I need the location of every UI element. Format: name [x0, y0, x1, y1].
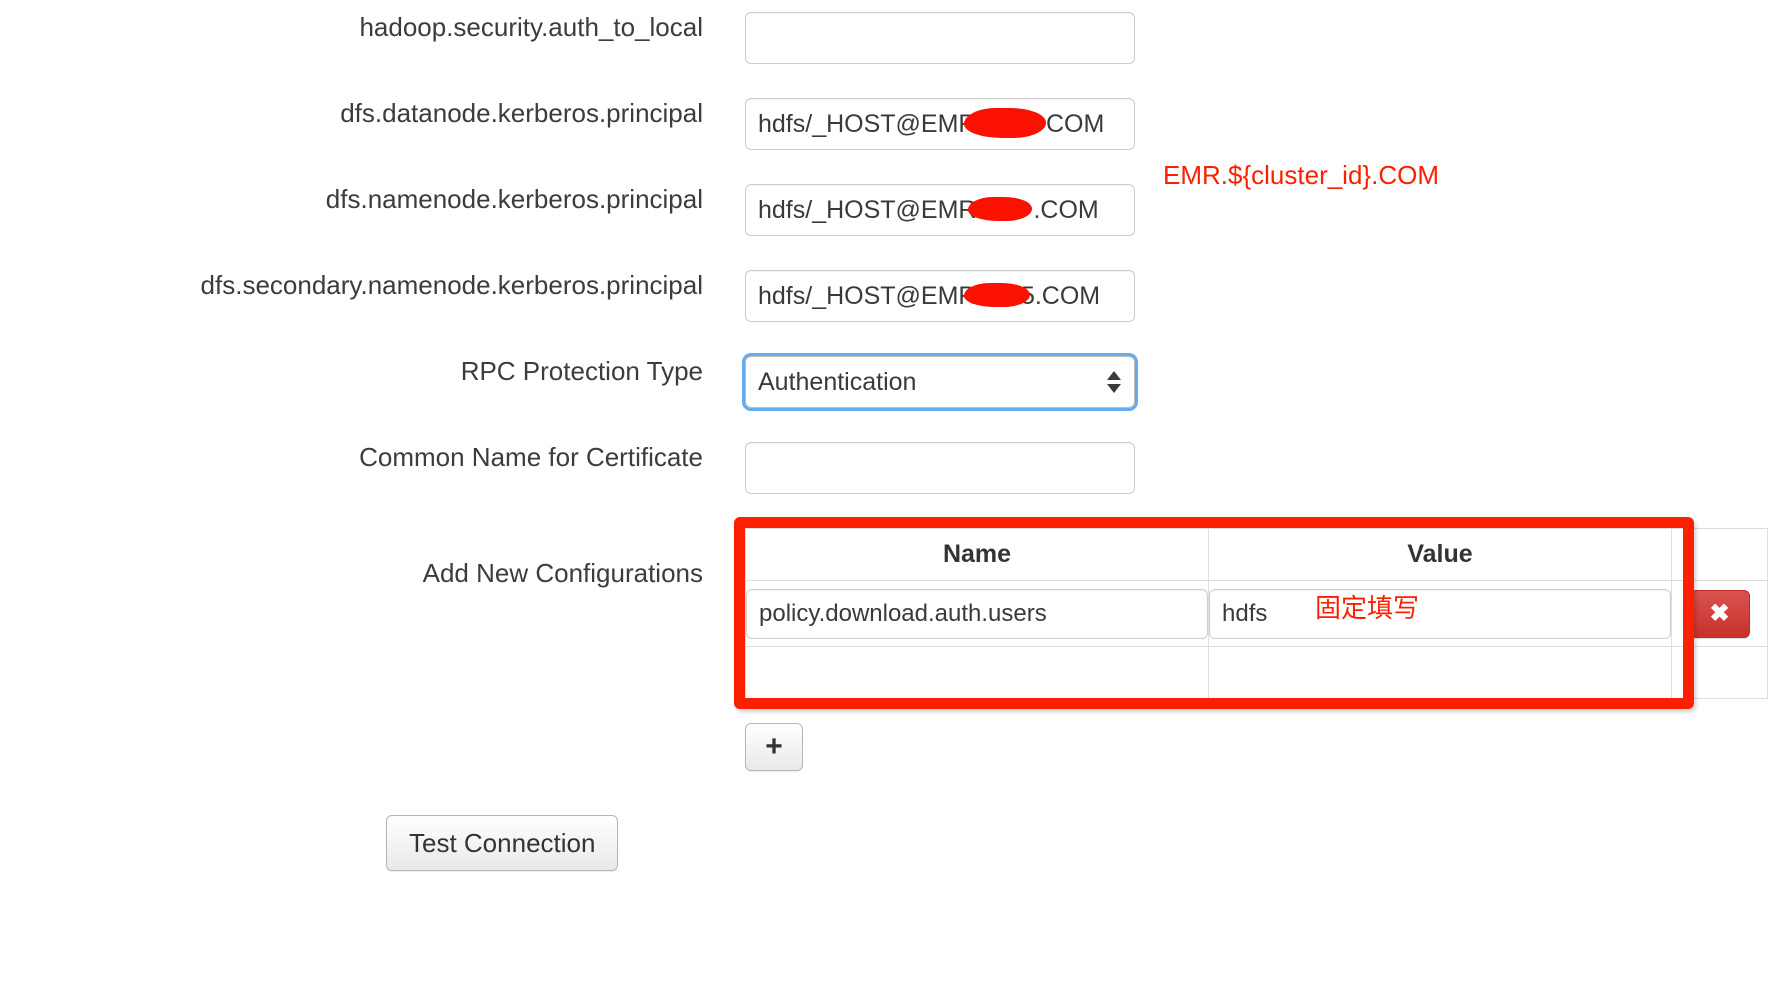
form-row-namenode-principal: dfs.namenode.kerberos.principal hdfs/_HO…: [0, 184, 1772, 236]
footer-cell-name: [745, 646, 1209, 699]
label-dfs-secondary-namenode-kerberos-principal: dfs.secondary.namenode.kerberos.principa…: [200, 270, 703, 300]
input-hadoop-security-auth-to-local[interactable]: [745, 12, 1135, 64]
label-dfs-namenode-kerberos-principal: dfs.namenode.kerberos.principal: [325, 184, 703, 214]
column-header-name: Name: [745, 528, 1209, 581]
form-row-secondary-namenode-principal: dfs.secondary.namenode.kerberos.principa…: [0, 270, 1772, 322]
test-connection-button[interactable]: Test Connection: [386, 815, 619, 871]
cell-config-value: [1208, 580, 1672, 647]
configurations-table-area: Name Value ✖: [734, 517, 1768, 709]
fixed-value-annotation: 固定填写: [1315, 593, 1420, 623]
table-footer-row: [745, 646, 1768, 699]
form-row-rpc-protection-type: RPC Protection Type Authentication: [0, 356, 1772, 408]
select-rpc-protection-type[interactable]: Authentication: [745, 356, 1135, 408]
input-value-suffix-datanode: COM: [1045, 109, 1105, 138]
realm-annotation: EMR.${cluster_id}.COM: [1163, 160, 1439, 190]
input-value-prefix-secondary: hdfs/_HOST@EMR.: [758, 281, 984, 310]
input-value-prefix-namenode: hdfs/_HOST@EMR.: [758, 195, 984, 224]
delete-config-button[interactable]: ✖: [1689, 589, 1750, 638]
kerberos-config-form: hadoop.security.auth_to_local dfs.datano…: [0, 0, 1772, 871]
control-wrap-secondary-namenode-principal: hdfs/_HOST@EMR.xxx5.COM: [745, 270, 1135, 322]
form-row-datanode-principal: dfs.datanode.kerberos.principal hdfs/_HO…: [0, 98, 1772, 190]
input-dfs-secondary-namenode-kerberos-principal[interactable]: hdfs/_HOST@EMR.xxx5.COM: [745, 270, 1135, 322]
cell-config-action: ✖: [1671, 580, 1768, 647]
control-wrap-rpc-protection-type: Authentication: [745, 356, 1135, 408]
configurations-table: Name Value ✖: [745, 528, 1768, 699]
form-row-add-new-configurations: Add New Configurations Name Value policy…: [0, 517, 1772, 709]
input-dfs-datanode-kerberos-principal[interactable]: hdfs/_HOST@EMR.xxxxxCOM: [745, 98, 1135, 150]
add-configuration-row: +: [745, 723, 1772, 771]
label-hadoop-security-auth-to-local: hadoop.security.auth_to_local: [359, 12, 703, 42]
input-config-name[interactable]: [746, 588, 1208, 639]
stepper-arrows-icon[interactable]: [1107, 371, 1121, 393]
table-row: ✖: [745, 580, 1768, 647]
input-common-name-for-certificate[interactable]: [745, 442, 1135, 494]
chevron-down-icon: [1107, 384, 1121, 393]
label-add-new-configurations: Add New Configurations: [422, 558, 703, 588]
form-row-common-name-certificate: Common Name for Certificate: [0, 442, 1772, 494]
control-wrap-namenode-principal: hdfs/_HOST@EMR.xxxx.COM: [745, 184, 1135, 236]
form-row-auth-to-local: hadoop.security.auth_to_local: [0, 12, 1772, 64]
input-value-suffix-namenode: .COM: [1033, 195, 1099, 224]
chevron-up-icon: [1107, 371, 1121, 380]
label-common-name-for-certificate: Common Name for Certificate: [359, 442, 703, 472]
control-wrap-auth-to-local: [745, 12, 1135, 64]
footer-cell-action: [1671, 646, 1768, 699]
table-header-row: Name Value: [745, 528, 1768, 581]
column-header-action: [1671, 528, 1768, 581]
add-configuration-button[interactable]: +: [745, 723, 803, 771]
label-rpc-protection-type: RPC Protection Type: [460, 356, 703, 386]
test-connection-row: Test Connection: [386, 815, 1772, 871]
input-config-value[interactable]: [1209, 588, 1671, 639]
input-value-suffix-secondary: 5.COM: [1020, 281, 1101, 310]
select-value-rpc-protection-type: Authentication: [758, 367, 917, 396]
control-wrap-datanode-principal: hdfs/_HOST@EMR.xxxxxCOM EMR.${cluster_id…: [745, 98, 1439, 190]
control-wrap-common-name-certificate: [745, 442, 1135, 494]
input-dfs-namenode-kerberos-principal[interactable]: hdfs/_HOST@EMR.xxxx.COM: [745, 184, 1135, 236]
input-value-prefix-datanode: hdfs/_HOST@EMR.: [758, 109, 984, 138]
footer-cell-value: [1208, 646, 1672, 699]
cell-config-name: [745, 580, 1209, 647]
label-dfs-datanode-kerberos-principal: dfs.datanode.kerberos.principal: [340, 98, 703, 128]
column-header-value: Value: [1208, 528, 1672, 581]
